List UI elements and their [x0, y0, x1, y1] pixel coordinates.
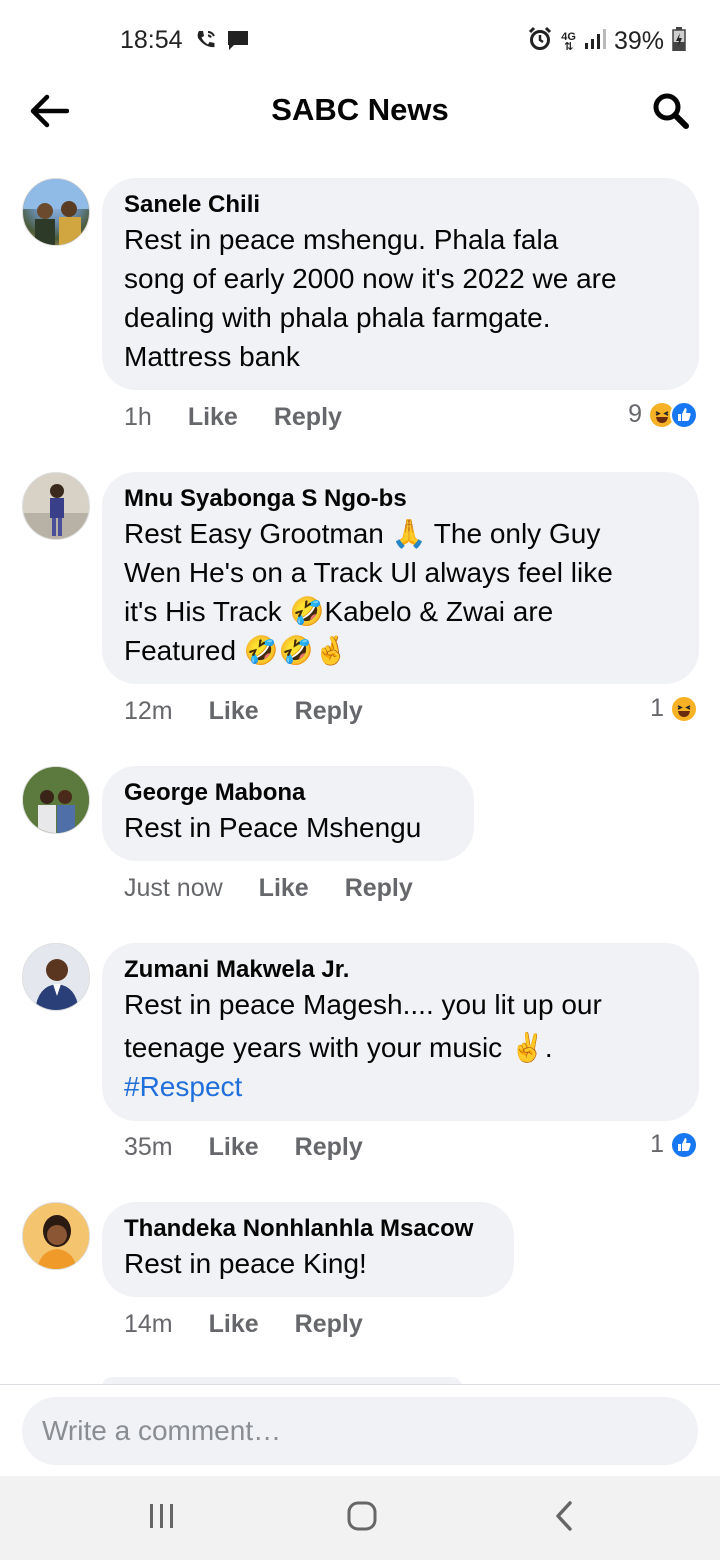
- comment-bubble[interactable]: Thandeka Nonhlanhla Msacow Rest in peace…: [102, 1202, 514, 1297]
- reply-button[interactable]: Reply: [295, 697, 363, 726]
- comment-text-line: Mattress bank: [124, 341, 300, 372]
- reaction-count: 9: [628, 400, 642, 428]
- like-reaction-icon: [670, 400, 698, 429]
- comment-author[interactable]: George Mabona: [124, 778, 452, 808]
- avatar[interactable]: [22, 943, 90, 1011]
- comment-author[interactable]: Sanele Chili: [124, 190, 677, 220]
- avatar[interactable]: [22, 472, 90, 540]
- comment-bubble[interactable]: Zumani Makwela Jr. Rest in peace Magesh.…: [102, 943, 699, 1121]
- comment-text-line: Featured 🤣🤣🤞: [124, 635, 349, 666]
- alarm-icon: [527, 26, 553, 57]
- comment-text-line: Wen He's on a Track Ul always feel like: [124, 557, 613, 588]
- like-button[interactable]: Like: [259, 874, 309, 903]
- comment-text-line: song of early 2000 now it's 2022 we are: [124, 263, 617, 294]
- comment-text-line: dealing with phala phala farmgate.: [124, 302, 551, 333]
- recent-apps-icon: [147, 1502, 177, 1535]
- home-button[interactable]: [332, 1496, 392, 1540]
- like-button[interactable]: Like: [209, 1133, 259, 1162]
- home-icon: [346, 1500, 378, 1537]
- back-nav-button[interactable]: [534, 1496, 594, 1540]
- comment-text-line: Rest in peace Magesh.... you lit up our: [124, 989, 602, 1020]
- comment-actions: 12m Like Reply: [124, 697, 363, 726]
- reply-button[interactable]: Reply: [274, 403, 342, 432]
- like-button[interactable]: Like: [209, 697, 259, 726]
- reaction-summary[interactable]: 9: [628, 400, 698, 429]
- like-button[interactable]: Like: [209, 1310, 259, 1339]
- comment-actions: Just now Like Reply: [124, 874, 413, 903]
- status-time: 18:54: [120, 26, 183, 54]
- reply-button[interactable]: Reply: [295, 1133, 363, 1162]
- comment-text-line: Rest in Peace Mshengu: [124, 812, 422, 843]
- comment-actions: 1h Like Reply: [124, 403, 342, 432]
- message-icon: [226, 28, 250, 57]
- like-reaction-icon: [670, 1130, 698, 1159]
- reaction-summary[interactable]: 1: [650, 1130, 698, 1159]
- comment-author[interactable]: Thandeka Nonhlanhla Msacow: [124, 1214, 492, 1244]
- comment-bubble[interactable]: Sanele Chili Rest in peace mshengu. Phal…: [102, 178, 699, 390]
- comment-text-line: Rest in peace mshengu. Phala fala: [124, 224, 559, 255]
- comment-author[interactable]: Mnu Syabonga S Ngo-bs: [124, 484, 677, 514]
- avatar[interactable]: [22, 178, 90, 246]
- system-nav-bar: [0, 1476, 720, 1560]
- comment-bubble[interactable]: George Mabona Rest in Peace Mshengu: [102, 766, 474, 861]
- network-type-icon: 4G ⇅: [561, 30, 576, 53]
- hashtag-link[interactable]: #Respect: [124, 1067, 677, 1106]
- signal-icon: [584, 29, 606, 54]
- comment-actions: 35m Like Reply: [124, 1133, 363, 1162]
- comment-text-line: Rest Easy Grootman 🙏 The only Guy: [124, 518, 601, 549]
- comment-composer: [0, 1384, 720, 1476]
- comment-time[interactable]: 12m: [124, 697, 173, 726]
- page-title: SABC News: [271, 92, 449, 127]
- status-left-icons: [194, 28, 250, 57]
- chevron-left-icon: [552, 1500, 576, 1537]
- comment-text-line: it's His Track 🤣Kabelo & Zwai are: [124, 596, 554, 627]
- reaction-count: 1: [650, 694, 664, 722]
- comment-input[interactable]: [22, 1397, 698, 1465]
- reply-button[interactable]: Reply: [295, 1310, 363, 1339]
- comment-time[interactable]: 14m: [124, 1310, 173, 1339]
- reaction-count: 1: [650, 1130, 664, 1158]
- haha-reaction-icon: [670, 694, 698, 723]
- status-bar: 18:54 4G ⇅ 39%: [0, 0, 720, 80]
- comment-time[interactable]: Just now: [124, 874, 223, 903]
- wifi-call-icon: [194, 28, 218, 57]
- like-button[interactable]: Like: [188, 403, 238, 432]
- app-header: SABC News: [0, 80, 720, 144]
- recent-apps-button[interactable]: [132, 1496, 192, 1540]
- comment-actions: 14m Like Reply: [124, 1310, 363, 1339]
- battery-percent: 39%: [613, 27, 664, 55]
- comment-time[interactable]: 1h: [124, 403, 152, 432]
- comment-author[interactable]: Zumani Makwela Jr.: [124, 955, 677, 985]
- status-right-icons: 4G ⇅ 39%: [527, 26, 686, 57]
- battery-charging-icon: [672, 27, 686, 56]
- comment-text-line: Rest in peace King!: [124, 1248, 367, 1279]
- search-icon: [652, 92, 690, 135]
- comment-time[interactable]: 35m: [124, 1133, 173, 1162]
- comment-text-line: teenage years with your music ✌️.: [124, 1032, 553, 1063]
- comment-bubble[interactable]: Mnu Syabonga S Ngo-bs Rest Easy Grootman…: [102, 472, 699, 684]
- avatar[interactable]: [22, 766, 90, 834]
- reaction-summary[interactable]: 1: [650, 694, 698, 723]
- avatar[interactable]: [22, 1202, 90, 1270]
- search-button[interactable]: [648, 90, 694, 136]
- reply-button[interactable]: Reply: [345, 874, 413, 903]
